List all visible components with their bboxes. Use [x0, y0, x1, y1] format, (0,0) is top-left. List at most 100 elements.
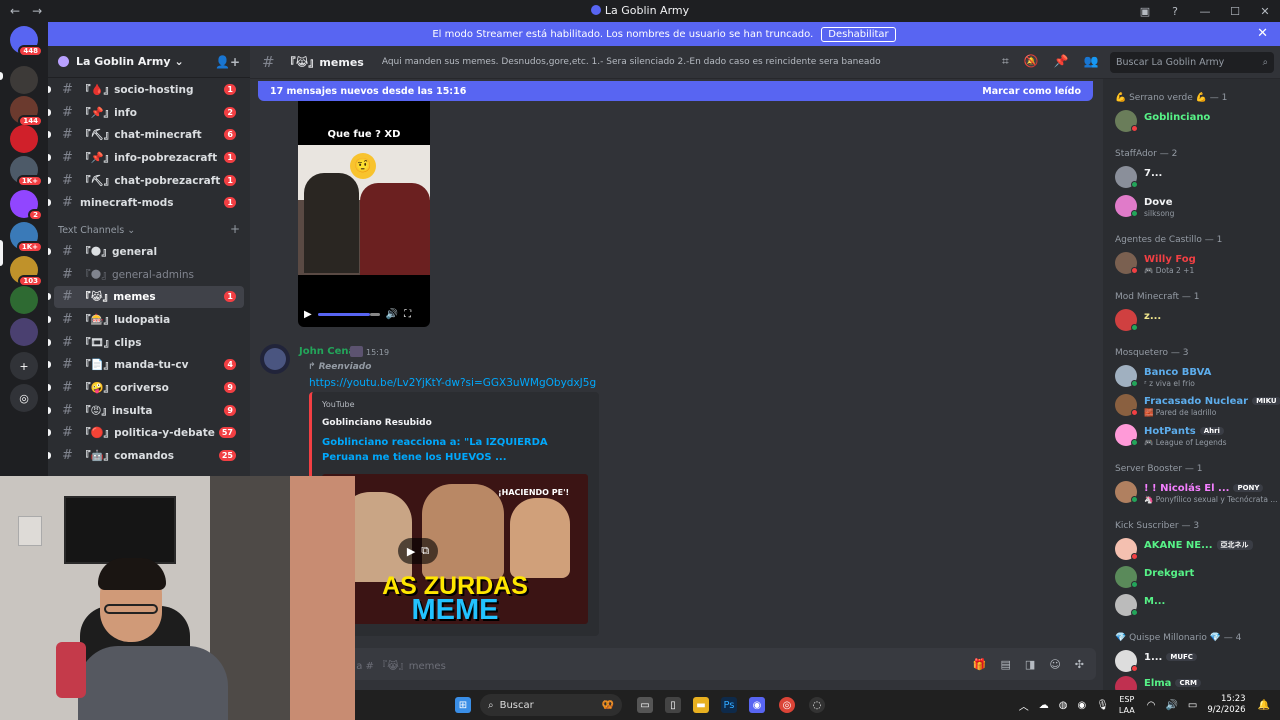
- member-item[interactable]: HotPants Ahri 🎮 League of Legends: [1111, 423, 1275, 449]
- avatar[interactable]: [260, 344, 290, 374]
- channel-item[interactable]: # 『🌑』general: [48, 240, 244, 263]
- member-item[interactable]: Banco BBVA ᶻ 𝗓 viva el frio: [1111, 364, 1275, 390]
- member-item[interactable]: ! ! Nicolás El ... PONY 🦄 Ponyfílico sexua…: [1111, 480, 1277, 506]
- channel-item[interactable]: # 『⛏』chat-pobrezacraft 1: [48, 169, 244, 192]
- channel-item[interactable]: # 『🔴』politica-y-debate 57: [48, 422, 244, 445]
- fullscreen-icon[interactable]: ⛶: [404, 309, 411, 320]
- video-attachment[interactable]: Que fue ? XD 🤨 ▶ 🔊 ⛶: [298, 101, 430, 327]
- close-button[interactable]: ✕: [1250, 0, 1280, 22]
- emoji-icon[interactable]: ☺: [1049, 658, 1060, 671]
- message-author[interactable]: John Cena: [299, 346, 355, 357]
- server-icon[interactable]: [10, 66, 38, 94]
- battery-icon[interactable]: ▭: [1188, 700, 1197, 711]
- member-item[interactable]: Fracasado Nuclear MIKU 🧱 Pared de ladrillo: [1111, 393, 1280, 419]
- gif-icon[interactable]: ▤: [1001, 658, 1011, 671]
- start-icon[interactable]: ⊞: [455, 697, 471, 713]
- channel-item[interactable]: # 『🤪』coriverso 9: [48, 376, 244, 399]
- channel-item[interactable]: # 『📌』info 2: [48, 101, 244, 124]
- member-item[interactable]: 7...: [1111, 165, 1275, 191]
- discord-tray-icon[interactable]: ◉: [1077, 700, 1086, 711]
- member-list-icon[interactable]: 👥: [1084, 54, 1099, 69]
- channel-item[interactable]: # 『😡』insulta 9: [48, 399, 244, 422]
- server-icon[interactable]: ◎: [10, 384, 38, 412]
- maximize-button[interactable]: ☐: [1220, 0, 1250, 22]
- gift-icon[interactable]: 🎁: [973, 658, 987, 671]
- member-item[interactable]: Willy Fog 🎮 Dota 2 +1: [1111, 251, 1275, 277]
- channel-item[interactable]: # 『🤖』comandos 25: [48, 444, 244, 467]
- app-icon[interactable]: ▯: [665, 697, 681, 713]
- clock[interactable]: 15:23 9/2/2026: [1207, 694, 1245, 716]
- new-messages-bar[interactable]: 17 mensajes nuevos desde las 15:16 Marca…: [258, 81, 1093, 101]
- youtube-link[interactable]: https://youtu.be/Lv2YjKtY-dw?si=GGX3uWMg…: [309, 377, 596, 389]
- notification-icon[interactable]: 🔔: [1258, 700, 1270, 711]
- member-item[interactable]: Drekgart: [1111, 565, 1275, 591]
- channel-item[interactable]: # 『🩸』socio-hosting 1: [48, 78, 244, 101]
- channel-item[interactable]: # 『🎰』ludopatia: [48, 308, 244, 331]
- server-icon[interactable]: [10, 125, 38, 153]
- guild-header[interactable]: La Goblin Army ⌄ 👤+: [48, 46, 250, 78]
- category-text-channels[interactable]: Text Channels ⌄ +: [48, 214, 250, 240]
- play-video-button[interactable]: ▶ ⧉: [398, 538, 438, 564]
- discord-icon[interactable]: ◉: [749, 697, 765, 713]
- server-icon[interactable]: 144: [10, 96, 43, 127]
- server-icon[interactable]: [10, 286, 38, 314]
- server-icon[interactable]: 103: [10, 256, 43, 287]
- mic-icon[interactable]: 🎙: [1096, 700, 1109, 711]
- invite-icon[interactable]: 👤+: [215, 55, 240, 69]
- channel-item[interactable]: # minecraft-mods 1: [48, 191, 244, 214]
- channel-item[interactable]: # 『🎞』clips: [48, 331, 244, 354]
- server-icon[interactable]: +: [10, 352, 38, 380]
- chrome-icon[interactable]: ◎: [779, 697, 795, 713]
- channel-item[interactable]: # 『⛏』chat-minecraft 6: [48, 123, 244, 146]
- mark-as-read-button[interactable]: Marcar como leído: [982, 86, 1081, 97]
- member-item[interactable]: AKANE NE... 亞北ネル: [1111, 537, 1275, 563]
- sticker-icon[interactable]: ◨: [1025, 658, 1035, 671]
- disable-streamer-button[interactable]: Deshabilitar: [821, 26, 896, 42]
- task-view-icon[interactable]: ▭: [637, 697, 653, 713]
- inbox-icon[interactable]: ▣: [1130, 0, 1160, 22]
- close-icon[interactable]: ✕: [1257, 26, 1268, 41]
- member-item[interactable]: Goblinciano: [1111, 109, 1275, 135]
- help-icon[interactable]: ?: [1160, 0, 1190, 22]
- back-arrow-icon[interactable]: ←: [10, 4, 20, 18]
- taskbar-search[interactable]: ⌕ Buscar 🥨: [480, 694, 622, 716]
- member-item[interactable]: Elma CRM: [1111, 675, 1275, 690]
- steam-icon[interactable]: ◍: [1059, 700, 1068, 711]
- channel-item[interactable]: # 『😹』memes 1: [48, 285, 244, 309]
- add-channel-icon[interactable]: +: [230, 222, 240, 236]
- member-item[interactable]: 1... MUFC: [1111, 649, 1275, 675]
- pin-icon[interactable]: 📌: [1054, 54, 1069, 69]
- chevron-up-icon[interactable]: ︿: [1019, 698, 1029, 713]
- server-icon[interactable]: 1K+: [10, 156, 43, 187]
- member-item[interactable]: M...: [1111, 593, 1275, 619]
- channel-item[interactable]: # 『📄』manda-tu-cv 4: [48, 354, 244, 377]
- mute-bell-icon[interactable]: 🔕: [1024, 54, 1039, 69]
- channel-topic[interactable]: Aqui manden sus memes. Desnudos,gore,etc…: [382, 57, 982, 67]
- photoshop-icon[interactable]: Ps: [721, 697, 737, 713]
- channel-item[interactable]: # 『📌』info-pobrezacraft 1: [48, 146, 244, 169]
- message-composer[interactable]: aje a # 『😹』memes 🎁 ▤ ◨ ☺ ✣: [258, 648, 1096, 680]
- file-explorer-icon[interactable]: ▬: [693, 697, 709, 713]
- app-icon-2[interactable]: ◌: [809, 697, 825, 713]
- forward-arrow-icon[interactable]: →: [32, 4, 42, 18]
- threads-icon[interactable]: ⌗: [1002, 54, 1009, 69]
- server-icon[interactable]: 1K+: [10, 222, 43, 253]
- volume-icon[interactable]: 🔊: [1165, 700, 1177, 711]
- language-indicator[interactable]: ESP LAA: [1119, 694, 1135, 716]
- embed-thumbnail[interactable]: ¡HACIENDO PE'! AS ZURDAS MEME ▶ ⧉: [322, 474, 588, 624]
- member-item[interactable]: Dove silksong: [1111, 194, 1275, 220]
- wifi-icon[interactable]: ◠: [1147, 700, 1156, 711]
- search-input[interactable]: Buscar La Goblin Army ⌕: [1110, 52, 1274, 73]
- apps-icon[interactable]: ✣: [1075, 658, 1084, 671]
- play-icon[interactable]: ▶: [304, 309, 312, 320]
- server-icon[interactable]: 2: [10, 190, 43, 221]
- embed-title[interactable]: Goblinciano reacciona a: "La IZQUIERDA P…: [322, 435, 582, 465]
- server-icon[interactable]: [10, 318, 38, 346]
- minimize-button[interactable]: —: [1190, 0, 1220, 22]
- volume-slider[interactable]: [317, 312, 370, 316]
- chat-area[interactable]: 17 mensajes nuevos desde las 15:16 Marca…: [250, 79, 1103, 690]
- channel-item[interactable]: # 『🌑』general-admins: [54, 263, 244, 286]
- cloud-icon[interactable]: ☁: [1039, 700, 1049, 711]
- embed-author[interactable]: Goblinciano Resubido: [322, 418, 432, 428]
- server-icon[interactable]: 448: [10, 26, 43, 57]
